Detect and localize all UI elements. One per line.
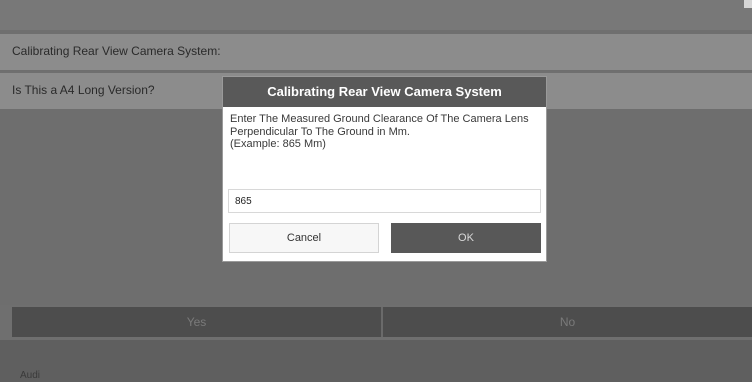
- dialog-message: Enter The Measured Ground Clearance Of T…: [230, 113, 535, 151]
- dialog-instruction: Enter The Measured Ground Clearance Of T…: [230, 113, 529, 138]
- brand-label: Audi: [20, 370, 41, 381]
- dialog-title: Calibrating Rear View Camera System: [223, 77, 546, 107]
- screen-title: Calibrating Rear View Camera System:: [12, 44, 221, 58]
- ground-clearance-input[interactable]: [228, 189, 541, 213]
- cancel-button[interactable]: Cancel: [229, 223, 379, 253]
- corner-indicator: [744, 0, 752, 8]
- no-button[interactable]: No: [381, 307, 752, 337]
- input-dialog: Calibrating Rear View Camera System Ente…: [222, 76, 547, 262]
- footer-bar: Audi: [0, 340, 752, 382]
- screen-title-row: Calibrating Rear View Camera System:: [0, 34, 752, 71]
- top-bar: [0, 0, 752, 30]
- question-text: Is This a A4 Long Version?: [12, 83, 155, 97]
- ok-button[interactable]: OK: [391, 223, 541, 253]
- answer-buttons: Yes No: [12, 307, 752, 337]
- yes-button[interactable]: Yes: [12, 307, 381, 337]
- dialog-example: (Example: 865 Mm): [230, 138, 326, 150]
